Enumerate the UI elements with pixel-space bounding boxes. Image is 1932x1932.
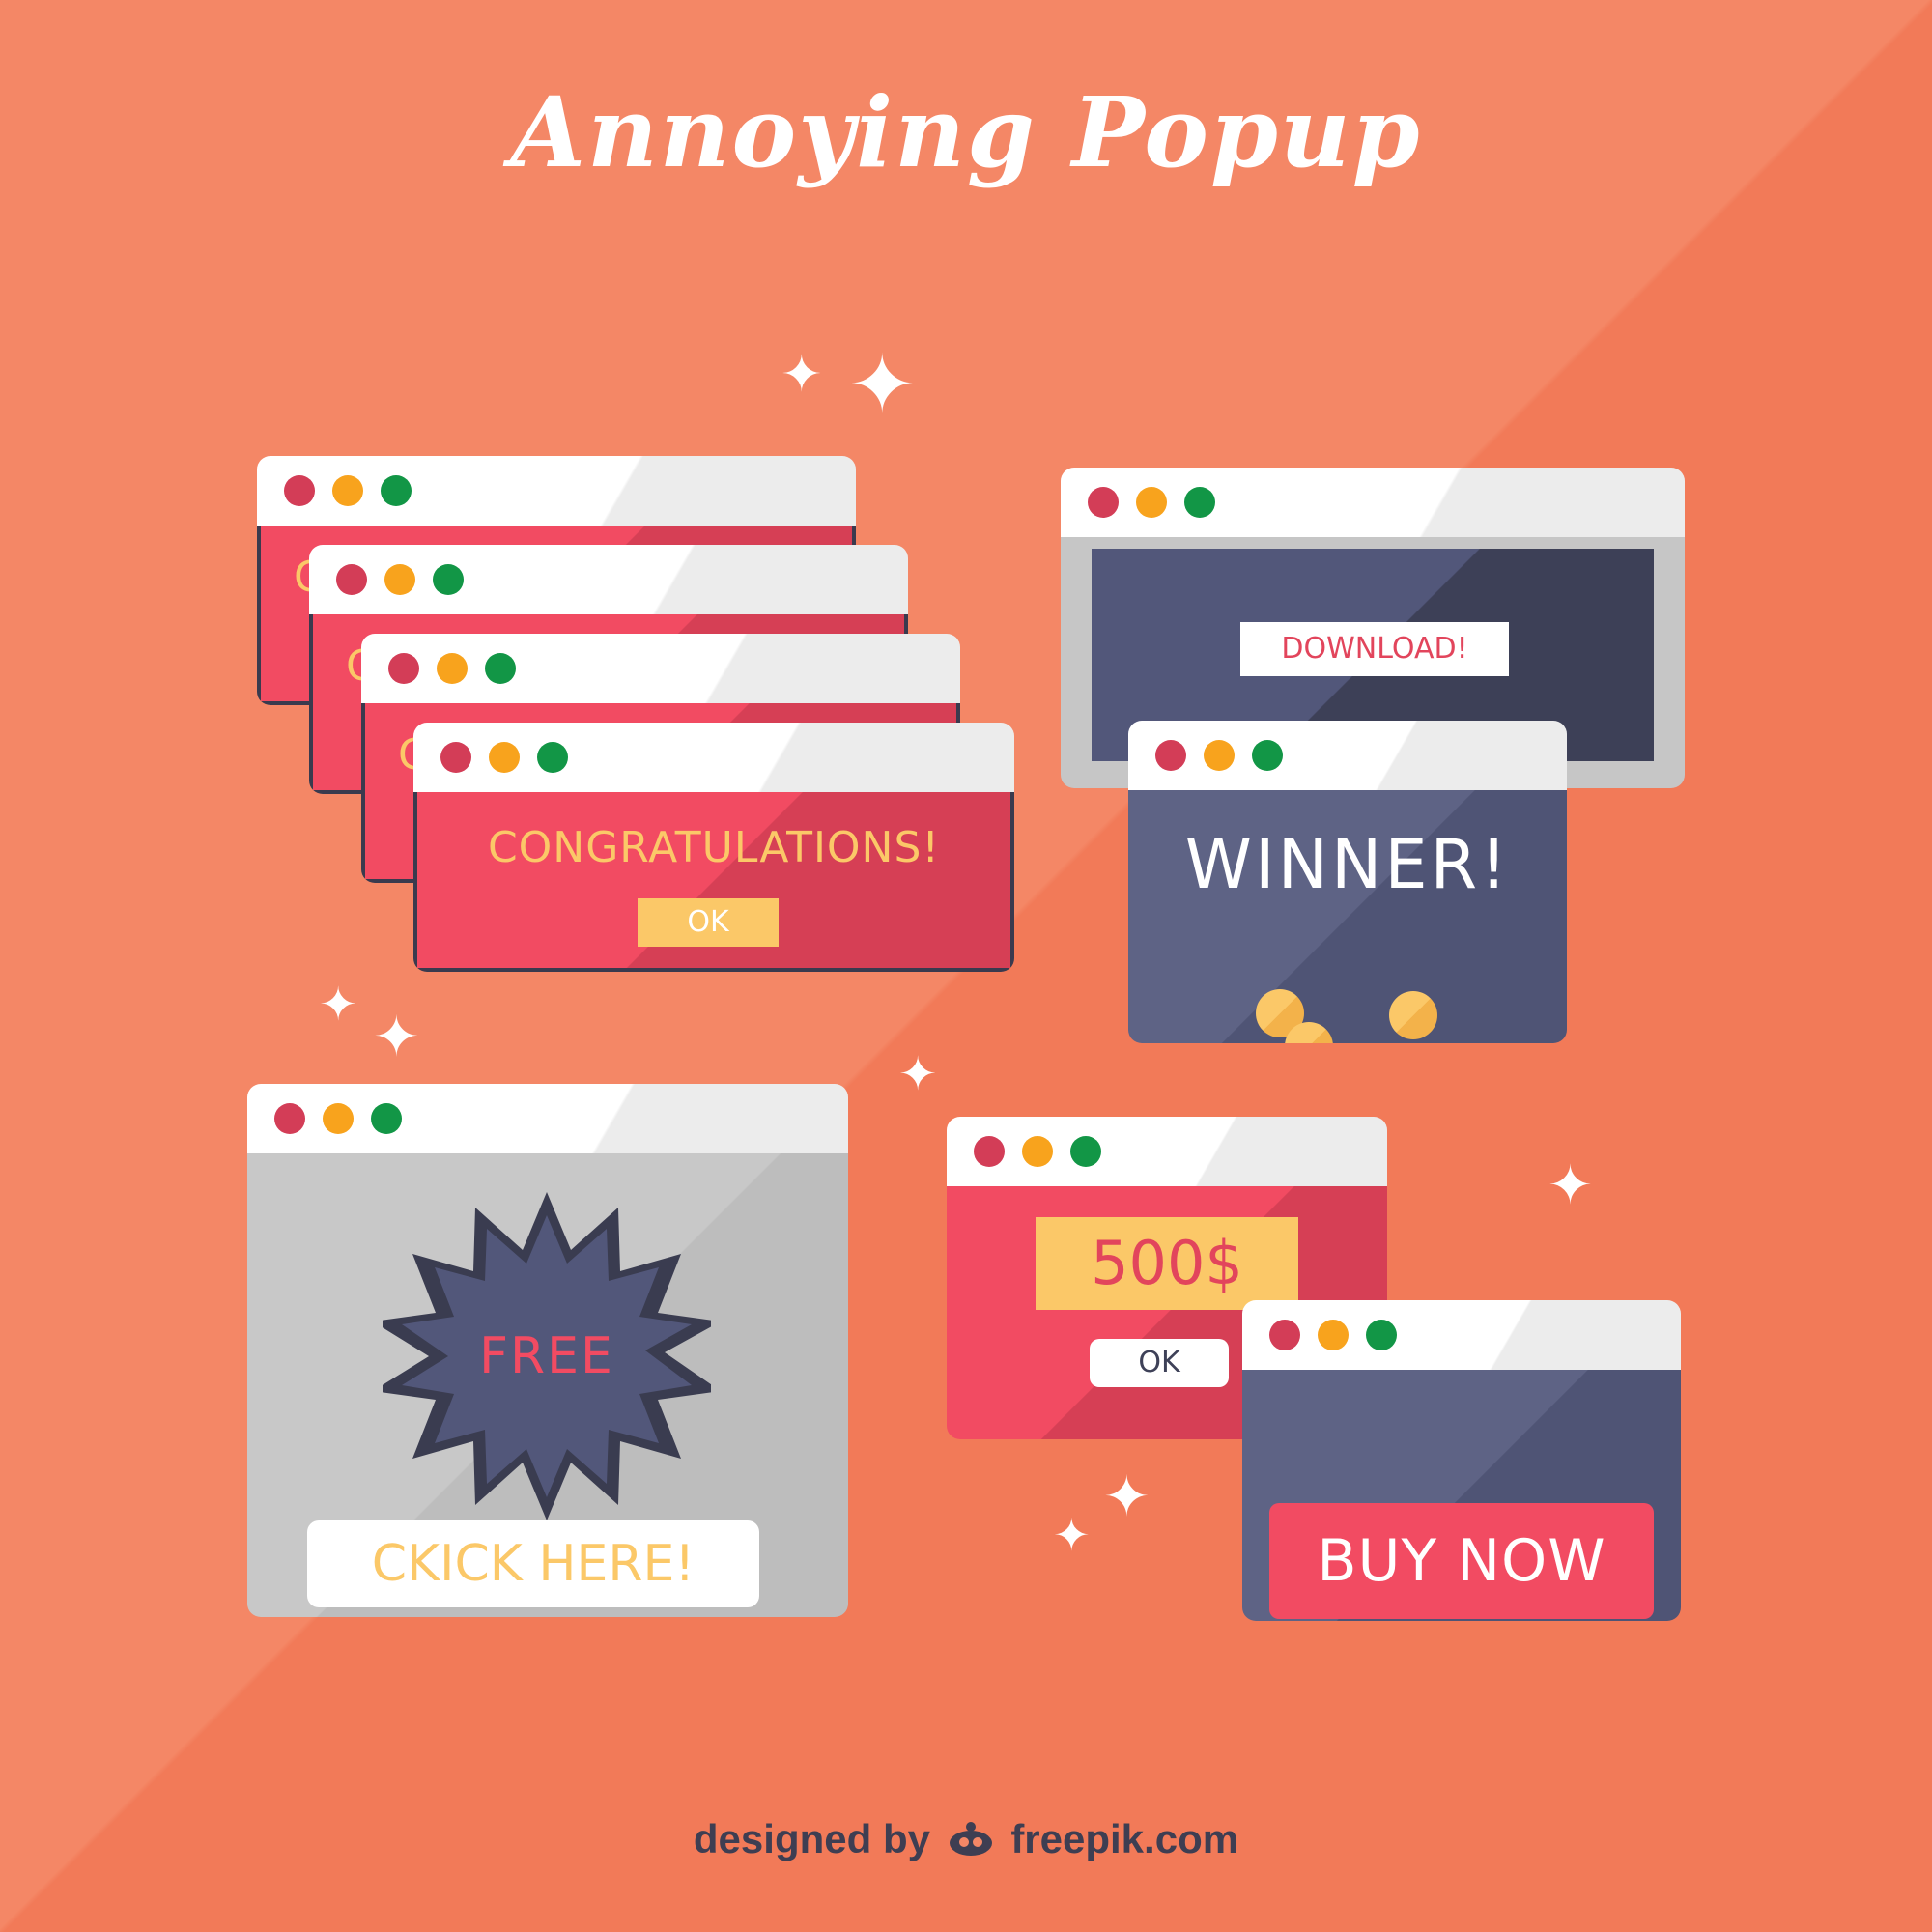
coin-icon: [1389, 991, 1437, 1039]
minimize-dot-icon[interactable]: [489, 742, 520, 773]
free-badge-text: FREE: [479, 1327, 614, 1385]
sparkle-icon: ✦: [1053, 1509, 1091, 1561]
title-bar: [1128, 721, 1567, 790]
amount-banner: 500$: [1036, 1217, 1298, 1310]
close-dot-icon[interactable]: [440, 742, 471, 773]
congratulations-popup[interactable]: CONGRATULATIONS! OK: [413, 723, 1014, 972]
free-popup[interactable]: FREE CKICK HERE!: [247, 1084, 848, 1617]
close-dot-icon[interactable]: [388, 653, 419, 684]
sparkle-icon: ✦: [848, 337, 917, 432]
maximize-dot-icon[interactable]: [433, 564, 464, 595]
sparkle-icon: ✦: [1103, 1463, 1151, 1529]
maximize-dot-icon[interactable]: [485, 653, 516, 684]
popup-body: CONGRATULATIONS! OK: [413, 792, 1014, 972]
minimize-dot-icon[interactable]: [323, 1103, 354, 1134]
credit-prefix: designed by: [693, 1816, 930, 1861]
title-bar: [361, 634, 960, 703]
close-dot-icon[interactable]: [974, 1136, 1005, 1167]
close-dot-icon[interactable]: [1155, 740, 1186, 771]
sparkle-icon: ✦: [373, 1004, 420, 1069]
maximize-dot-icon[interactable]: [381, 475, 412, 506]
close-dot-icon[interactable]: [336, 564, 367, 595]
title-bar: [257, 456, 856, 526]
minimize-dot-icon[interactable]: [1318, 1320, 1349, 1350]
minimize-dot-icon[interactable]: [332, 475, 363, 506]
buy-now-popup[interactable]: BUY NOW: [1242, 1300, 1681, 1621]
sparkle-icon: ✦: [319, 978, 358, 1032]
buy-now-button[interactable]: BUY NOW: [1269, 1503, 1654, 1619]
title-bar: [247, 1084, 848, 1153]
maximize-dot-icon[interactable]: [371, 1103, 402, 1134]
minimize-dot-icon[interactable]: [1022, 1136, 1053, 1167]
popup-body: FREE CKICK HERE!: [247, 1153, 848, 1617]
popup-body: BUY NOW: [1242, 1370, 1681, 1621]
click-here-button[interactable]: CKICK HERE!: [307, 1520, 759, 1607]
popup-body: WINNER!: [1128, 790, 1567, 1043]
credit-line: designed by freepik.com: [0, 1816, 1932, 1862]
title-bar: [947, 1117, 1387, 1186]
minimize-dot-icon[interactable]: [1204, 740, 1235, 771]
ok-button[interactable]: OK: [638, 898, 779, 947]
sparkle-icon: ✦: [898, 1047, 938, 1101]
title-bar: [309, 545, 908, 614]
maximize-dot-icon[interactable]: [1070, 1136, 1101, 1167]
ok-button[interactable]: OK: [1090, 1339, 1229, 1387]
title-bar: [1061, 468, 1685, 537]
minimize-dot-icon[interactable]: [437, 653, 468, 684]
page-title: Annoying Popup: [510, 75, 1422, 189]
minimize-dot-icon[interactable]: [384, 564, 415, 595]
sparkle-icon: ✦: [781, 346, 823, 404]
title-bar: [1242, 1300, 1681, 1370]
close-dot-icon[interactable]: [1269, 1320, 1300, 1350]
sparkle-icon: ✦: [1548, 1154, 1593, 1217]
maximize-dot-icon[interactable]: [1252, 740, 1283, 771]
maximize-dot-icon[interactable]: [537, 742, 568, 773]
download-button[interactable]: DOWNLOAD!: [1240, 622, 1509, 676]
title-bar: [413, 723, 1014, 792]
winner-message: WINNER!: [1184, 825, 1511, 904]
close-dot-icon[interactable]: [274, 1103, 305, 1134]
credit-site: freepik.com: [1010, 1816, 1239, 1861]
close-dot-icon[interactable]: [284, 475, 315, 506]
close-dot-icon[interactable]: [1088, 487, 1119, 518]
minimize-dot-icon[interactable]: [1136, 487, 1167, 518]
maximize-dot-icon[interactable]: [1184, 487, 1215, 518]
maximize-dot-icon[interactable]: [1366, 1320, 1397, 1350]
winner-popup[interactable]: WINNER!: [1128, 721, 1567, 1043]
congratulations-message: CONGRATULATIONS!: [487, 823, 941, 872]
freepik-logo-icon: [948, 1820, 994, 1856]
